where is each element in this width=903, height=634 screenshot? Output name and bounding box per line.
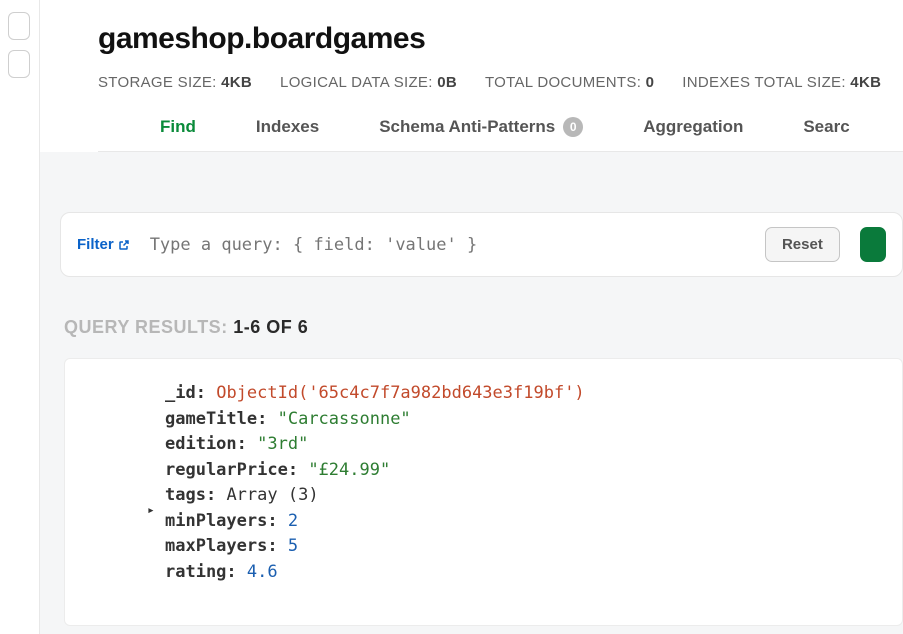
reset-button[interactable]: Reset: [765, 227, 840, 262]
left-rail: [0, 0, 40, 634]
field-maxplayers-value: 5: [288, 536, 298, 556]
results-label: QUERY RESULTS:: [64, 317, 228, 337]
results-heading: QUERY RESULTS: 1-6 OF 6: [64, 317, 903, 338]
stat-logical-label: LOGICAL DATA SIZE:: [280, 74, 433, 91]
apply-button[interactable]: [860, 227, 886, 262]
tab-schema-label: Schema Anti-Patterns: [379, 117, 555, 137]
stat-indexes: INDEXES TOTAL SIZE: 4KB: [682, 74, 881, 91]
collection-stats: STORAGE SIZE: 4KB LOGICAL DATA SIZE: 0B …: [98, 74, 903, 91]
tab-find[interactable]: Find: [98, 117, 226, 151]
stat-total-docs: TOTAL DOCUMENTS: 0: [485, 74, 654, 91]
tab-indexes[interactable]: Indexes: [226, 117, 349, 151]
stat-storage: STORAGE SIZE: 4KB: [98, 74, 252, 91]
rail-button-2[interactable]: [8, 50, 30, 78]
field-minplayers-key: minPlayers:: [165, 511, 278, 531]
filter-label-text: Filter: [77, 236, 114, 253]
field-rating-value: 4.6: [247, 562, 278, 582]
filter-label-link[interactable]: Filter: [77, 236, 130, 253]
query-input[interactable]: [150, 235, 745, 255]
tab-aggregation[interactable]: Aggregation: [613, 117, 773, 151]
field-tags-key: tags:: [165, 485, 216, 505]
field-edition-key: edition:: [165, 434, 247, 454]
field-id-key: _id:: [165, 383, 206, 403]
field-minplayers-value: 2: [288, 511, 298, 531]
field-minplayers: minPlayers: 2: [165, 509, 902, 535]
field-gametitle-value: "Carcassonne": [278, 409, 411, 429]
stat-indexes-label: INDEXES TOTAL SIZE:: [682, 74, 846, 91]
field-regularprice-value: "£24.99": [308, 460, 390, 480]
tab-schema-badge: 0: [563, 117, 583, 137]
stat-indexes-value: 4KB: [850, 74, 881, 91]
document-card: _id: ObjectId('65c4c7f7a982bd643e3f19bf'…: [64, 358, 903, 626]
field-edition: edition: "3rd": [165, 432, 902, 458]
field-tags-value: Array (3): [226, 485, 318, 505]
external-link-icon: [118, 239, 130, 251]
field-maxplayers-key: maxPlayers:: [165, 536, 278, 556]
stat-total-docs-value: 0: [646, 74, 655, 91]
field-gametitle: gameTitle: "Carcassonne": [165, 407, 902, 433]
field-gametitle-key: gameTitle:: [165, 409, 267, 429]
stat-logical: LOGICAL DATA SIZE: 0B: [280, 74, 457, 91]
tab-search[interactable]: Searc: [773, 117, 879, 151]
filter-bar: Filter Reset: [60, 212, 903, 277]
field-regularprice: regularPrice: "£24.99": [165, 458, 902, 484]
field-regularprice-key: regularPrice:: [165, 460, 298, 480]
rail-button-1[interactable]: [8, 12, 30, 40]
tabs: Find Indexes Schema Anti-Patterns 0 Aggr…: [98, 117, 903, 152]
field-id: _id: ObjectId('65c4c7f7a982bd643e3f19bf'…: [165, 381, 902, 407]
header: gameshop.boardgames STORAGE SIZE: 4KB LO…: [40, 0, 903, 152]
stat-logical-value: 0B: [437, 74, 457, 91]
tab-schema[interactable]: Schema Anti-Patterns 0: [349, 117, 613, 151]
field-tags: tags: Array (3): [165, 483, 902, 509]
field-rating-key: rating:: [165, 562, 237, 582]
field-id-value: ObjectId('65c4c7f7a982bd643e3f19bf'): [216, 383, 584, 403]
main-panel: gameshop.boardgames STORAGE SIZE: 4KB LO…: [40, 0, 903, 634]
field-edition-value: "3rd": [257, 434, 308, 454]
field-maxplayers: maxPlayers: 5: [165, 534, 902, 560]
stat-storage-label: STORAGE SIZE:: [98, 74, 217, 91]
field-rating: rating: 4.6: [165, 560, 902, 586]
collection-title: gameshop.boardgames: [98, 22, 903, 56]
stat-storage-value: 4KB: [221, 74, 252, 91]
stat-total-docs-label: TOTAL DOCUMENTS:: [485, 74, 641, 91]
results-range: 1-6 OF 6: [233, 317, 308, 337]
find-panel: Filter Reset QUERY RESULTS: 1-6 OF 6 _id…: [40, 152, 903, 634]
